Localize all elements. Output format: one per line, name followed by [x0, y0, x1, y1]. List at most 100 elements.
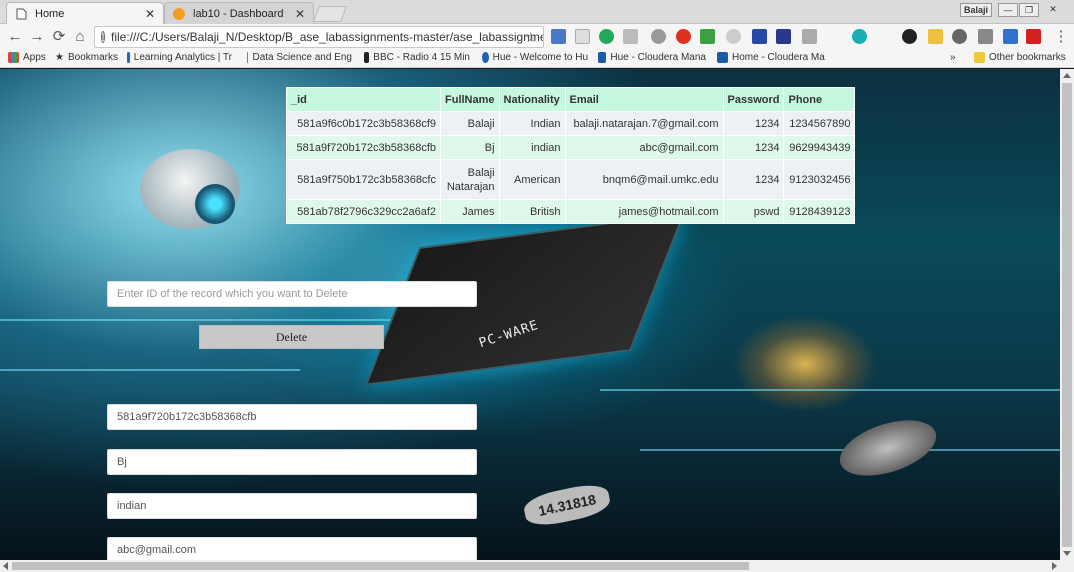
bookmark-apps[interactable]: Apps [8, 52, 46, 63]
bookmark-hue-welcome[interactable]: Hue - Welcome to Hu [482, 52, 588, 63]
bookmark-data-science[interactable]: Data Science and Eng [247, 52, 352, 63]
table-row: 581a9f720b172c3b58368cfb Bj indian abc@g… [286, 135, 856, 160]
close-window-button[interactable]: ✕ [1040, 3, 1066, 17]
scroll-down-arrow-icon[interactable] [1063, 551, 1071, 556]
info-icon[interactable]: i [101, 31, 105, 43]
address-bar[interactable]: i file:///C:/Users/Balaji_N/Desktop/B_as… [94, 26, 544, 48]
menu-icon[interactable]: ⋮ [1052, 28, 1070, 46]
cell-fullname: Bj [440, 135, 500, 160]
back-arrow-icon[interactable]: ← [6, 28, 24, 46]
cell-email: bnqm6@mail.umkc.edu [564, 159, 724, 200]
tab-home[interactable]: Home ✕ [6, 2, 164, 24]
tab-title: Home [35, 7, 65, 20]
learning-icon [127, 52, 130, 63]
cell-fullname: Balaji [440, 111, 500, 136]
extension-icon[interactable] [978, 29, 993, 44]
page-icon [15, 8, 27, 20]
header-fullname: FullName [440, 87, 500, 112]
delete-id-input[interactable] [107, 281, 477, 307]
extension-icon[interactable] [928, 29, 943, 44]
extension-icon[interactable] [623, 29, 638, 44]
scrollbar-thumb[interactable] [1062, 83, 1072, 547]
close-tab-icon[interactable]: ✕ [145, 7, 155, 21]
minimize-button[interactable]: — [998, 3, 1018, 17]
extension-icon[interactable] [952, 29, 967, 44]
gmail-icon[interactable] [1026, 29, 1041, 44]
home-icon[interactable]: ⌂ [71, 28, 89, 46]
cell-fullname: Balaji Natarajan [440, 159, 500, 200]
tab-dashboard[interactable]: lab10 - Dashboard ✕ [164, 2, 314, 24]
extension-icon[interactable] [752, 29, 767, 44]
bookmark-learning-analytics[interactable]: Learning Analytics | Tr [127, 52, 232, 63]
nationality-field[interactable] [107, 493, 477, 519]
bookmark-bookmarks[interactable]: ★ Bookmarks [55, 52, 118, 63]
cell-phone: 1234567890 [783, 111, 856, 136]
scroll-left-arrow-icon[interactable] [3, 562, 8, 570]
fullname-field[interactable] [107, 449, 477, 475]
table-row: 581ab78f2796c329cc2a6af2 James British j… [286, 199, 856, 224]
cell-id: 581a9f720b172c3b58368cfb [286, 135, 441, 160]
forward-arrow-icon[interactable]: → [28, 28, 46, 46]
bookmark-home-cloudera[interactable]: Home - Cloudera Ma [717, 52, 825, 63]
header-email: Email [564, 87, 724, 112]
extension-icon[interactable] [651, 29, 666, 44]
apps-grid-icon [8, 52, 19, 63]
hue-icon [482, 52, 489, 63]
scroll-right-arrow-icon[interactable] [1052, 562, 1057, 570]
profile-button[interactable]: Balaji [960, 3, 992, 17]
cell-phone: 9123032456 [783, 159, 856, 200]
header-nationality: Nationality [498, 87, 566, 112]
tab-strip: Home ✕ lab10 - Dashboard ✕ Balaji — ❐ ✕ [0, 0, 1074, 24]
cell-id: 581ab78f2796c329cc2a6af2 [286, 199, 441, 224]
cloudera-icon [598, 52, 607, 63]
other-bookmarks[interactable]: Other bookmarks [974, 52, 1066, 63]
records-table: _id FullName Nationality Email Password … [286, 87, 856, 224]
table-header-row: _id FullName Nationality Email Password … [286, 87, 856, 112]
scroll-up-arrow-icon[interactable] [1063, 73, 1071, 78]
maximize-button[interactable]: ❐ [1019, 3, 1039, 17]
cell-email: abc@gmail.com [564, 135, 724, 160]
cell-password: pswd [722, 199, 785, 224]
extension-icon[interactable] [599, 29, 614, 44]
cell-phone: 9629943439 [783, 135, 856, 160]
id-field[interactable] [107, 404, 477, 430]
cell-nationality: indian [498, 135, 566, 160]
extension-icon[interactable] [700, 29, 715, 44]
extension-icon[interactable] [1003, 29, 1018, 44]
bookmarks-overflow[interactable]: » [950, 52, 956, 63]
table-row: 581a9f6c0b172c3b58368cf9 Balaji Indian b… [286, 111, 856, 136]
bookmark-star-icon[interactable]: ☆ [524, 29, 537, 46]
opera-icon[interactable] [676, 29, 691, 44]
extension-icon[interactable] [802, 29, 817, 44]
bookmarks-bar: Apps ★ Bookmarks Learning Analytics | Tr… [0, 50, 1074, 68]
header-password: Password [722, 87, 785, 112]
scrollbar-thumb[interactable] [12, 562, 749, 570]
extension-icon[interactable] [726, 29, 741, 44]
email-field[interactable] [107, 537, 477, 560]
extension-icon[interactable] [902, 29, 917, 44]
bookmark-bbc-radio[interactable]: BBC - Radio 4 15 Min [364, 52, 470, 63]
extension-icon[interactable] [575, 29, 590, 44]
cell-phone: 9128439123 [783, 199, 856, 224]
cell-nationality: British [498, 199, 566, 224]
bbc-icon [364, 52, 370, 63]
extension-icon[interactable] [776, 29, 791, 44]
delete-button[interactable]: Delete [199, 325, 384, 349]
header-id: _id [286, 87, 441, 112]
cell-id: 581a9f750b172c3b58368cfc [286, 159, 441, 200]
capacitor-graphic [833, 409, 943, 487]
cell-email: balaji.natarajan.7@gmail.com [564, 111, 724, 136]
vertical-scrollbar[interactable] [1060, 69, 1074, 560]
bookmark-hue-cloudera[interactable]: Hue - Cloudera Mana [598, 52, 706, 63]
reload-icon[interactable]: ⟳ [50, 28, 68, 46]
new-tab-button[interactable] [313, 6, 347, 22]
cell-nationality: Indian [498, 111, 566, 136]
close-tab-icon[interactable]: ✕ [295, 7, 305, 21]
extension-icon[interactable] [852, 29, 867, 44]
browser-toolbar: ← → ⟳ ⌂ i file:///C:/Users/Balaji_N/Desk… [0, 24, 1074, 50]
dashboard-favicon-icon [173, 7, 185, 20]
horizontal-scrollbar[interactable] [0, 560, 1074, 572]
cell-nationality: American [498, 159, 566, 200]
extension-icon[interactable] [551, 29, 566, 44]
cell-password: 1234 [722, 135, 785, 160]
